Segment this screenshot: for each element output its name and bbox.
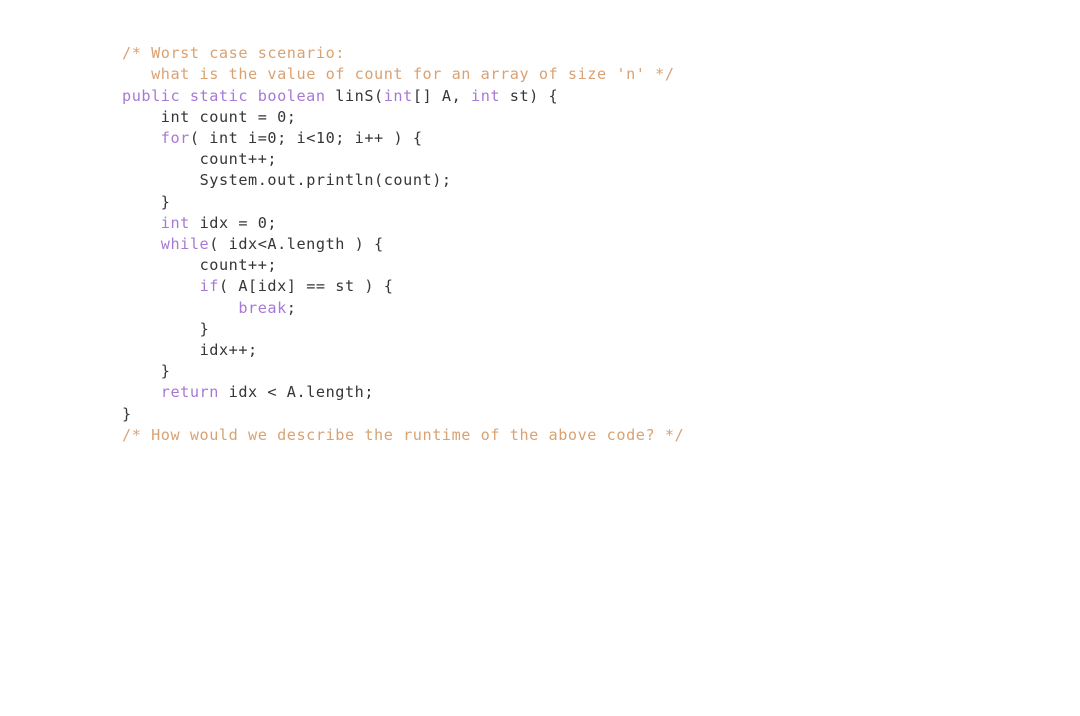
- code-token-keyword: for: [160, 129, 190, 147]
- code-token-plain: idx++;: [199, 341, 258, 360]
- code-token-plain: }: [199, 319, 210, 338]
- code-line: public static boolean linS(int[] A, int …: [122, 86, 684, 107]
- code-token-keyword: while: [160, 235, 210, 254]
- code-line: System.out.println(count);: [122, 170, 684, 191]
- code-token-plain: }: [122, 404, 132, 423]
- code-line: count++;: [122, 255, 684, 276]
- code-token-plain: st) {: [500, 86, 559, 105]
- code-token-keyword: int: [383, 86, 413, 105]
- code-line: if( A[idx] == st ) {: [122, 276, 684, 297]
- code-line: }: [122, 192, 684, 213]
- code-token-plain: idx = 0;: [189, 213, 278, 232]
- code-token-plain: idx < A.length;: [218, 383, 375, 402]
- code-token-plain: [] A,: [412, 86, 471, 105]
- code-token-plain: count++;: [199, 150, 278, 169]
- code-line: }: [122, 319, 684, 340]
- code-token-plain: System.out.println(count);: [199, 171, 452, 190]
- code-token-plain: ( idx<A.length ) {: [209, 235, 384, 254]
- code-line: }: [122, 361, 684, 382]
- code-line: count++;: [122, 149, 684, 170]
- code-line: while( idx<A.length ) {: [122, 234, 684, 255]
- code-token-plain: }: [160, 192, 171, 211]
- code-token-keyword: break: [238, 298, 287, 317]
- code-line: return idx < A.length;: [122, 382, 684, 403]
- code-listing: /* Worst case scenario: what is the valu…: [0, 0, 1080, 716]
- code-line: int count = 0;: [122, 107, 684, 128]
- code-line: int idx = 0;: [122, 213, 684, 234]
- code-token-plain: ;: [286, 298, 297, 317]
- code-token-plain: count++;: [199, 256, 278, 275]
- code-line: /* How would we describe the runtime of …: [122, 425, 684, 446]
- code-token-keyword: int: [160, 213, 190, 232]
- code-token-comment: what is the value of count for an array …: [151, 65, 675, 84]
- code-line: idx++;: [122, 340, 684, 361]
- code-token-plain: linS(: [335, 86, 384, 105]
- code-token-comment: /* How would we describe the runtime of …: [122, 425, 685, 444]
- code-token-keyword: public static boolean: [122, 86, 336, 105]
- code-line: for( int i=0; i<10; i++ ) {: [122, 128, 684, 149]
- code-token-plain: ( int i=0; i<10; i++ ) {: [189, 129, 423, 147]
- code-token-plain: int count = 0;: [160, 107, 297, 126]
- code-block[interactable]: /* Worst case scenario: what is the valu…: [122, 43, 684, 446]
- code-line: break;: [122, 298, 684, 319]
- code-line: /* Worst case scenario:: [122, 43, 684, 64]
- code-token-plain: ( A[idx] == st ) {: [218, 277, 394, 296]
- code-token-comment: /* Worst case scenario:: [122, 44, 345, 63]
- code-line: }: [122, 404, 684, 425]
- code-token-keyword: return: [160, 383, 219, 402]
- code-token-keyword: int: [471, 86, 501, 105]
- code-token-plain: }: [160, 362, 171, 381]
- code-line: what is the value of count for an array …: [122, 64, 684, 85]
- code-token-keyword: if: [199, 277, 219, 296]
